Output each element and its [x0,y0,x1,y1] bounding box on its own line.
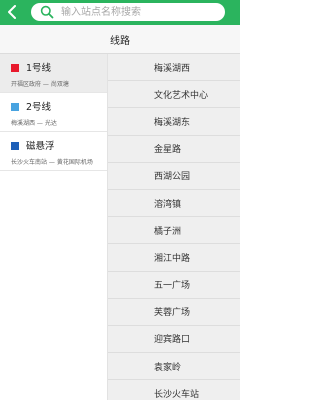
station-item[interactable]: 溶湾镇 [108,190,240,218]
station-item[interactable]: 长沙火车站 [108,380,240,400]
line-item-1[interactable]: 1号线 开福区政府 — 尚双塘 [0,54,107,93]
line-route: 梅溪湖西 — 光达 [11,120,57,127]
search-input[interactable] [61,3,221,21]
station-item[interactable]: 金星路 [108,136,240,163]
station-list: 梅溪湖西 文化艺术中心 梅溪湖东 金星路 西湖公园 溶湾镇 橘子洲 湘江中路 五… [108,54,240,400]
station-item[interactable]: 湘江中路 [108,244,240,272]
header-title: 线路 [110,35,130,47]
line-name: 2号线 [26,102,52,113]
line-list: 1号线 开福区政府 — 尚双塘 2号线 梅溪湖西 — 光达 磁悬浮 长沙火车南站… [0,54,108,400]
line-route: 开福区政府 — 尚双塘 [11,81,69,88]
line-color-swatch [11,142,19,150]
line-color-swatch [11,103,19,111]
search-icon [40,5,54,19]
line-name: 1号线 [26,63,52,74]
station-item[interactable]: 芙蓉广场 [108,299,240,326]
back-button[interactable] [3,3,21,21]
station-item[interactable]: 迎宾路口 [108,326,240,354]
station-item[interactable]: 袁家岭 [108,353,240,381]
chevron-left-icon [8,5,16,19]
line-color-swatch [11,64,19,72]
line-route: 长沙火车南站 — 黄花国际机场 [11,159,93,166]
station-item[interactable]: 西湖公园 [108,163,240,190]
station-item[interactable]: 文化艺术中心 [108,81,240,109]
station-item[interactable]: 橘子洲 [108,217,240,245]
section-header: 线路 [0,25,240,54]
station-item[interactable]: 梅溪湖西 [108,54,240,82]
top-bar [0,0,240,25]
line-name: 磁悬浮 [26,141,55,152]
line-item-maglev[interactable]: 磁悬浮 长沙火车南站 — 黄花国际机场 [0,132,107,171]
station-item[interactable]: 梅溪湖东 [108,108,240,136]
station-item[interactable]: 五一广场 [108,272,240,299]
line-item-2[interactable]: 2号线 梅溪湖西 — 光达 [0,93,107,132]
search-box[interactable] [31,3,225,21]
